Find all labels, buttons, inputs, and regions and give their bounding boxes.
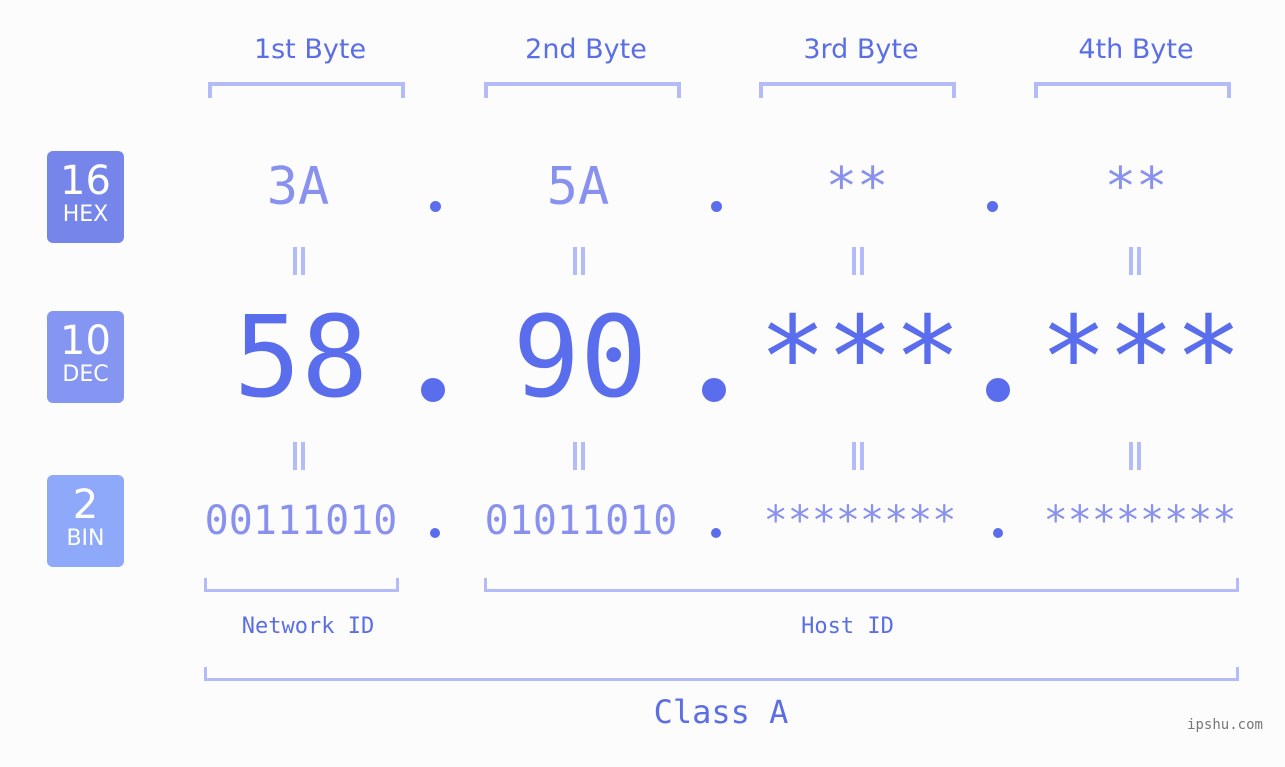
bin-badge: 2 BIN: [47, 475, 124, 567]
bin-dot-1: [430, 528, 440, 538]
dec-badge-label: DEC: [62, 362, 109, 387]
dec-value-1: 58: [233, 293, 369, 423]
byte-header-1: 1st Byte: [253, 34, 367, 65]
bin-value-1: 00111010: [204, 498, 398, 544]
dec-value-4: ***: [1039, 293, 1243, 423]
byte-header-3: 3rd Byte: [803, 34, 919, 65]
byte-bracket-2: [484, 82, 681, 98]
byte-bracket-3: [759, 82, 956, 98]
dec-badge: 10 DEC: [47, 311, 124, 403]
byte-bracket-1: [208, 82, 405, 98]
bin-dot-3: [993, 528, 1003, 538]
byte-header-2: 2nd Byte: [525, 34, 647, 65]
bin-value-4: ********: [1043, 498, 1237, 544]
class-label: Class A: [653, 693, 789, 731]
bin-badge-number: 2: [72, 482, 99, 528]
hex-value-3: **: [825, 157, 889, 217]
equals-icon: [1127, 442, 1143, 470]
bin-value-2: 01011010: [484, 498, 678, 544]
equals-icon: [1127, 247, 1143, 275]
hex-value-2: 5A: [546, 157, 610, 217]
bin-badge-label: BIN: [66, 526, 105, 551]
network-id-bracket: [204, 578, 399, 592]
dec-dot-3: [986, 378, 1010, 402]
hex-badge: 16 HEX: [47, 151, 124, 243]
hex-dot-2: [711, 201, 722, 212]
equals-icon: [291, 247, 307, 275]
byte-bracket-4: [1034, 82, 1231, 98]
dec-badge-number: 10: [60, 318, 111, 364]
equals-icon: [291, 442, 307, 470]
host-id-label: Host ID: [801, 614, 894, 639]
hex-dot-3: [987, 201, 998, 212]
hex-dot-1: [430, 201, 441, 212]
watermark: ipshu.com: [1187, 717, 1263, 733]
dec-value-2: 90: [512, 293, 648, 423]
equals-icon: [850, 247, 866, 275]
hex-value-1: 3A: [266, 157, 330, 217]
equals-icon: [571, 247, 587, 275]
hex-value-4: **: [1104, 157, 1168, 217]
hex-badge-label: HEX: [62, 202, 109, 227]
hex-badge-number: 16: [60, 158, 111, 204]
host-id-bracket: [484, 578, 1239, 592]
equals-icon: [850, 442, 866, 470]
dec-value-3: ***: [758, 293, 962, 423]
network-id-label: Network ID: [241, 614, 375, 639]
dec-dot-1: [421, 378, 445, 402]
equals-icon: [571, 442, 587, 470]
dec-dot-2: [702, 378, 726, 402]
class-bracket: [204, 667, 1239, 681]
byte-header-4: 4th Byte: [1078, 34, 1194, 65]
bin-dot-2: [711, 528, 721, 538]
bin-value-3: ********: [763, 498, 957, 544]
